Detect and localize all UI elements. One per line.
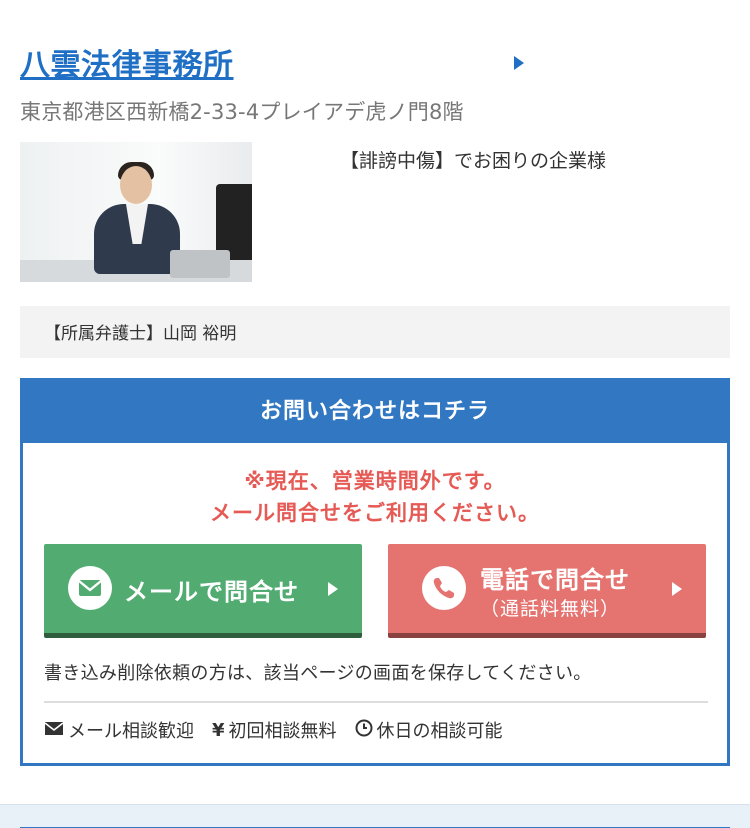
photo-face: [120, 166, 152, 204]
mail-button-label: メールで問合せ: [124, 578, 299, 606]
mail-inquiry-button[interactable]: メールで問合せ: [44, 544, 362, 638]
contact-header: お問い合わせはコチラ: [23, 381, 727, 443]
feature-free-label: 初回相談無料: [228, 721, 337, 742]
yen-icon: ¥: [212, 719, 225, 741]
envelope-icon: [44, 720, 64, 741]
notice-line-2: メール問合せをご利用ください。: [210, 501, 540, 525]
feature-holiday: 休日の相談可能: [355, 717, 503, 743]
mail-button-arrow-icon: [328, 582, 338, 596]
profile-tagline: 【誹謗中傷】でお困りの企業様: [340, 150, 607, 172]
notice-line-1: ※現在、営業時間外です。: [244, 469, 506, 493]
lawyer-name: 【所属弁護士】山岡 裕明: [44, 324, 237, 344]
firm-link-arrow-icon[interactable]: [514, 56, 524, 70]
business-hours-notice: ※現在、営業時間外です。 メール問合せをご利用ください。: [23, 465, 727, 529]
lawyer-photo: [20, 142, 252, 282]
phone-button-arrow-icon: [672, 582, 682, 596]
feature-free: ¥ 初回相談無料: [212, 717, 337, 743]
phone-button-label: 電話で問合せ: [480, 566, 630, 594]
clock-icon: [355, 719, 373, 742]
phone-icon: [422, 566, 466, 610]
phone-inquiry-button[interactable]: 電話で問合せ （通話料無料）: [388, 544, 706, 638]
firm-header: 八雲法律事務所 東京都港区西新橋2-33-4プレイアデ虎ノ門8階: [20, 40, 530, 126]
photo-laptop: [170, 250, 230, 278]
feature-mail: メール相談歓迎: [44, 717, 194, 743]
feature-list: メール相談歓迎 ¥ 初回相談無料 休日の相談可能: [44, 717, 708, 743]
bottom-section-band: [0, 804, 750, 828]
contact-panel: お問い合わせはコチラ ※現在、営業時間外です。 メール問合せをご利用ください。 …: [20, 378, 730, 766]
lawyer-name-box: 【所属弁護士】山岡 裕明: [20, 306, 730, 358]
envelope-icon: [68, 566, 112, 610]
firm-address: 東京都港区西新橋2-33-4プレイアデ虎ノ門8階: [20, 100, 464, 124]
feature-mail-label: メール相談歓迎: [68, 721, 194, 742]
firm-name-link[interactable]: 八雲法律事務所: [20, 40, 234, 84]
feature-holiday-label: 休日の相談可能: [376, 721, 503, 742]
delete-request-note: 書き込み削除依頼の方は、該当ページの画面を保存してください。: [44, 659, 708, 703]
phone-button-sublabel: （通話料無料）: [480, 598, 621, 620]
